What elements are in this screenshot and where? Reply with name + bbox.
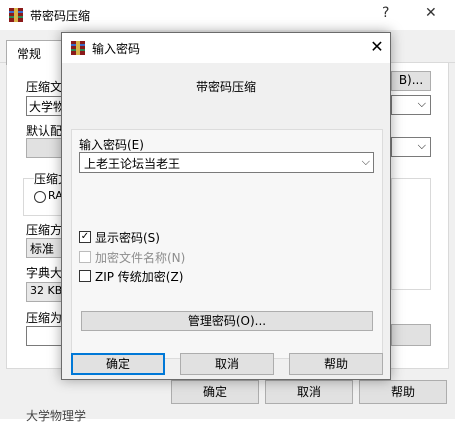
archive-name-value: 大学物	[29, 100, 66, 114]
password-label: 输入密码(E)	[79, 138, 144, 152]
close-icon[interactable]: ✕	[425, 5, 437, 21]
password-value: 上老王论坛当老王	[84, 157, 181, 171]
rar-radio[interactable]	[34, 191, 46, 203]
background-cancel-label: 取消	[296, 385, 321, 399]
help-button-label: 帮助	[323, 357, 348, 371]
archive-options-group	[391, 178, 431, 290]
close-icon[interactable]: ✕	[367, 37, 387, 57]
cancel-button-label: 取消	[214, 357, 239, 371]
background-help-label: 帮助	[390, 385, 415, 399]
show-password-label: 显示密码(S)	[95, 231, 160, 245]
manage-passwords-button[interactable]: 管理密码(O)...	[81, 311, 373, 331]
encrypt-filenames-label: 加密文件名称(N)	[95, 251, 186, 265]
background-ok-button[interactable]: 确定	[171, 380, 259, 404]
background-window-title: 带密码压缩	[30, 9, 91, 23]
options-dropdown[interactable]: ⌵	[391, 137, 431, 157]
chevron-down-icon: ⌵	[417, 97, 426, 110]
password-dialog: 输入密码 ✕ 带密码压缩 输入密码(E) 上老王论坛当老王 ⌵ ✓ 显示密码(S…	[61, 32, 391, 380]
background-title-bar: 带密码压缩 ? ✕	[0, 0, 455, 30]
checkbox-checked-icon[interactable]: ✓	[79, 231, 91, 243]
cancel-button[interactable]: 取消	[180, 353, 274, 375]
encrypt-filenames-checkbox: 加密文件名称(N)	[79, 249, 279, 265]
update-mode-dropdown[interactable]: ⌵	[391, 95, 431, 115]
compression-method-label: 压缩方	[26, 223, 63, 237]
background-partial-text: 大学物理学	[26, 409, 87, 423]
chevron-down-icon[interactable]: ⌵	[362, 155, 370, 169]
show-password-checkbox[interactable]: ✓ 显示密码(S)	[79, 229, 279, 245]
browse-button[interactable]: B)...	[391, 71, 431, 91]
background-help-button[interactable]: 帮助	[359, 380, 447, 404]
ok-button-label: 确定	[105, 357, 130, 371]
tab-general[interactable]: 常规	[6, 40, 64, 65]
split-volumes-label: 压缩为	[26, 311, 63, 325]
background-ok-label: 确定	[202, 385, 227, 399]
browse-button-label: B)...	[398, 73, 424, 87]
set-password-button-background[interactable]	[391, 324, 431, 346]
background-cancel-button[interactable]: 取消	[265, 380, 353, 404]
manage-passwords-label: 管理密码(O)...	[187, 314, 267, 328]
chevron-down-icon: ⌵	[417, 139, 426, 152]
tab-general-label: 常规	[17, 47, 42, 61]
winrar-archive-icon	[9, 8, 23, 22]
archive-name-label: 压缩文	[26, 80, 63, 94]
winrar-archive-icon	[71, 41, 85, 55]
default-config-label: 默认配	[26, 124, 63, 138]
dialog-title: 输入密码	[92, 42, 141, 56]
compression-method-value: 标准	[30, 242, 55, 256]
dictionary-size-value: 32 KB	[30, 284, 63, 297]
password-combobox[interactable]: 上老王论坛当老王 ⌵	[79, 152, 374, 173]
dialog-title-bar: 输入密码 ✕	[62, 33, 390, 63]
zip-legacy-encryption-checkbox[interactable]: ZIP 传统加密(Z)	[79, 268, 279, 284]
help-icon[interactable]: ?	[382, 5, 389, 21]
help-button[interactable]: 帮助	[289, 353, 383, 375]
checkbox-unchecked-icon[interactable]	[79, 270, 91, 282]
dialog-subtitle: 带密码压缩	[195, 80, 256, 94]
zip-legacy-encryption-label: ZIP 传统加密(Z)	[95, 270, 184, 284]
checkbox-unchecked-icon	[79, 251, 91, 263]
dictionary-size-label: 字典大	[26, 266, 63, 280]
ok-button[interactable]: 确定	[71, 353, 165, 375]
